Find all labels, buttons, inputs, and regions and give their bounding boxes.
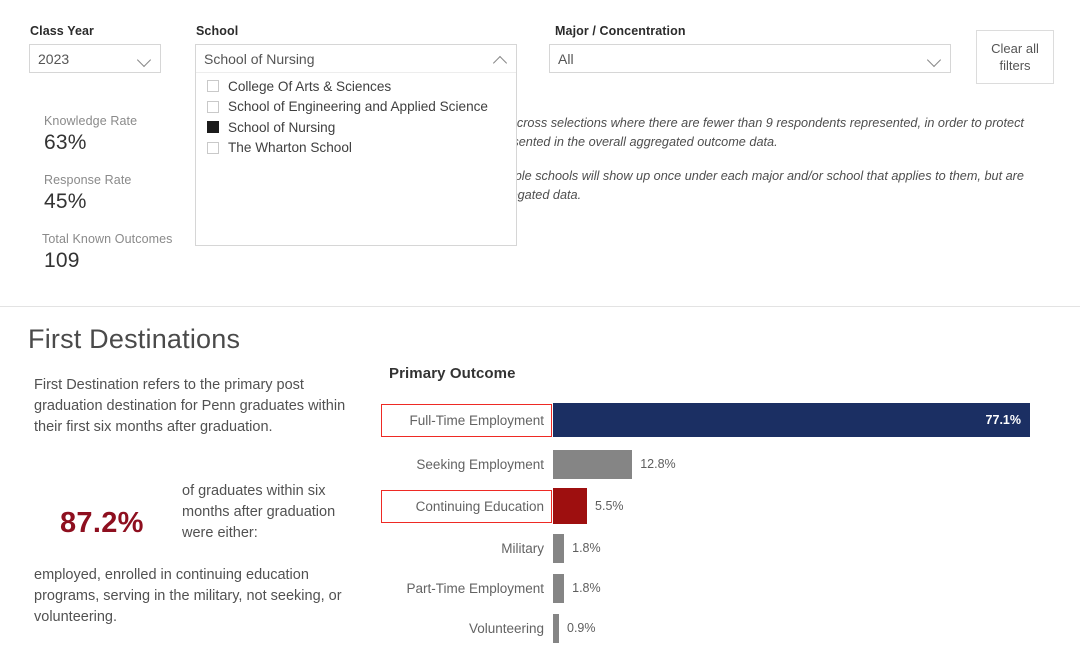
clear-all-filters-button[interactable]: Clear allfilters	[976, 30, 1054, 84]
dashboard-root: Class Year 2023 School School of Nursing…	[0, 0, 1080, 647]
chart-bar-value: 1.8%	[572, 541, 601, 555]
chart-category-label: Seeking Employment	[389, 457, 553, 472]
chart-bar-row[interactable]: Full-Time Employment 77.1%	[389, 400, 1049, 440]
chart-bar[interactable]	[553, 614, 559, 643]
chart-bar[interactable]	[553, 574, 564, 603]
chart-category-label: Continuing Education	[389, 499, 553, 514]
checkbox-icon[interactable]	[207, 101, 219, 113]
chart-bar-track: 1.8%	[553, 528, 1049, 568]
chart-bar[interactable]	[553, 534, 564, 563]
chart-title: Primary Outcome	[389, 365, 516, 382]
headline-percentage-caption: of graduates within six months after gra…	[182, 481, 362, 544]
school-option[interactable]: College Of Arts & Sciences	[196, 76, 516, 97]
chart-bar[interactable]: 77.1%	[553, 403, 1030, 437]
school-dropdown-header[interactable]: School of Nursing	[196, 45, 516, 73]
chart-category-label: Full-Time Employment	[389, 413, 553, 428]
chevron-up-icon[interactable]	[493, 54, 508, 63]
chart-bar-track: 12.8%	[553, 444, 1049, 484]
major-concentration-label: Major / Concentration	[555, 24, 686, 38]
kpi-response-rate-value: 45%	[44, 190, 131, 214]
school-option[interactable]: The Wharton School	[196, 138, 516, 159]
kpi-total-known-outcomes-label: Total Known Outcomes	[42, 232, 173, 246]
kpi-total-known-outcomes: Total Known Outcomes 109	[44, 232, 173, 273]
chart-bar-track: 0.9%	[553, 608, 1049, 647]
class-year-value: 2023	[38, 51, 131, 67]
school-option-label: College Of Arts & Sciences	[228, 79, 391, 94]
section-divider	[0, 306, 1080, 307]
headline-percentage: 87.2%	[60, 507, 144, 540]
chart-bar-row[interactable]: Volunteering 0.9%	[389, 608, 1049, 647]
class-year-label: Class Year	[30, 24, 94, 38]
chart-category-label: Part-Time Employment	[389, 581, 553, 596]
school-option-label: School of Nursing	[228, 120, 335, 135]
chart-category-label: Military	[389, 541, 553, 556]
checkbox-icon[interactable]	[207, 80, 219, 92]
school-option-list: College Of Arts & Sciences School of Engi…	[196, 73, 516, 158]
chart-category-label: Volunteering	[389, 621, 553, 636]
chart-bar-row[interactable]: Continuing Education 5.5%	[389, 486, 1049, 526]
kpi-total-known-outcomes-value: 109	[44, 249, 173, 273]
chart-bar-track: 1.8%	[553, 568, 1049, 608]
chart-bar-value: 77.1%	[986, 413, 1021, 427]
major-concentration-value: All	[558, 51, 921, 67]
chart-bar-row[interactable]: Military 1.8%	[389, 528, 1049, 568]
school-selected-value: School of Nursing	[204, 51, 487, 67]
kpi-response-rate: Response Rate 45%	[44, 173, 131, 214]
chart-bar-row[interactable]: Part-Time Employment 1.8%	[389, 568, 1049, 608]
chart-bar-track: 5.5%	[553, 486, 1049, 526]
school-option[interactable]: School of Nursing	[196, 117, 516, 138]
chevron-down-icon	[927, 54, 942, 63]
chevron-down-icon	[137, 54, 152, 63]
kpi-knowledge-rate: Knowledge Rate 63%	[44, 114, 137, 155]
chart-bar-value: 5.5%	[595, 499, 624, 513]
school-label: School	[196, 24, 238, 38]
checkbox-icon[interactable]	[207, 142, 219, 154]
chart-bar-track: 77.1%	[553, 400, 1049, 440]
kpi-knowledge-rate-value: 63%	[44, 131, 137, 155]
page-title: First Destinations	[28, 324, 240, 355]
primary-outcome-bar-chart: Full-Time Employment 77.1% Seeking Employm…	[389, 400, 1049, 640]
chart-bar[interactable]	[553, 450, 632, 479]
school-option-label: School of Engineering and Applied Scienc…	[228, 99, 488, 114]
major-concentration-dropdown[interactable]: All	[549, 44, 951, 73]
school-option-label: The Wharton School	[228, 140, 352, 155]
school-option[interactable]: School of Engineering and Applied Scienc…	[196, 97, 516, 118]
chart-bar-value: 1.8%	[572, 581, 601, 595]
kpi-knowledge-rate-label: Knowledge Rate	[44, 114, 137, 128]
checkbox-checked-icon[interactable]	[207, 121, 219, 133]
school-dropdown-panel[interactable]: School of Nursing College Of Arts & Scie…	[195, 44, 517, 246]
kpi-response-rate-label: Response Rate	[44, 173, 131, 187]
headline-percentage-detail: employed, enrolled in continuing educati…	[34, 565, 364, 628]
chart-bar-row[interactable]: Seeking Employment 12.8%	[389, 444, 1049, 484]
chart-bar-value: 0.9%	[567, 621, 596, 635]
chart-bar-value: 12.8%	[640, 457, 675, 471]
clear-all-filters-label: Clear allfilters	[991, 40, 1039, 74]
chart-bar[interactable]	[553, 488, 587, 524]
class-year-dropdown[interactable]: 2023	[29, 44, 161, 73]
first-destination-description: First Destination refers to the primary …	[34, 375, 354, 438]
